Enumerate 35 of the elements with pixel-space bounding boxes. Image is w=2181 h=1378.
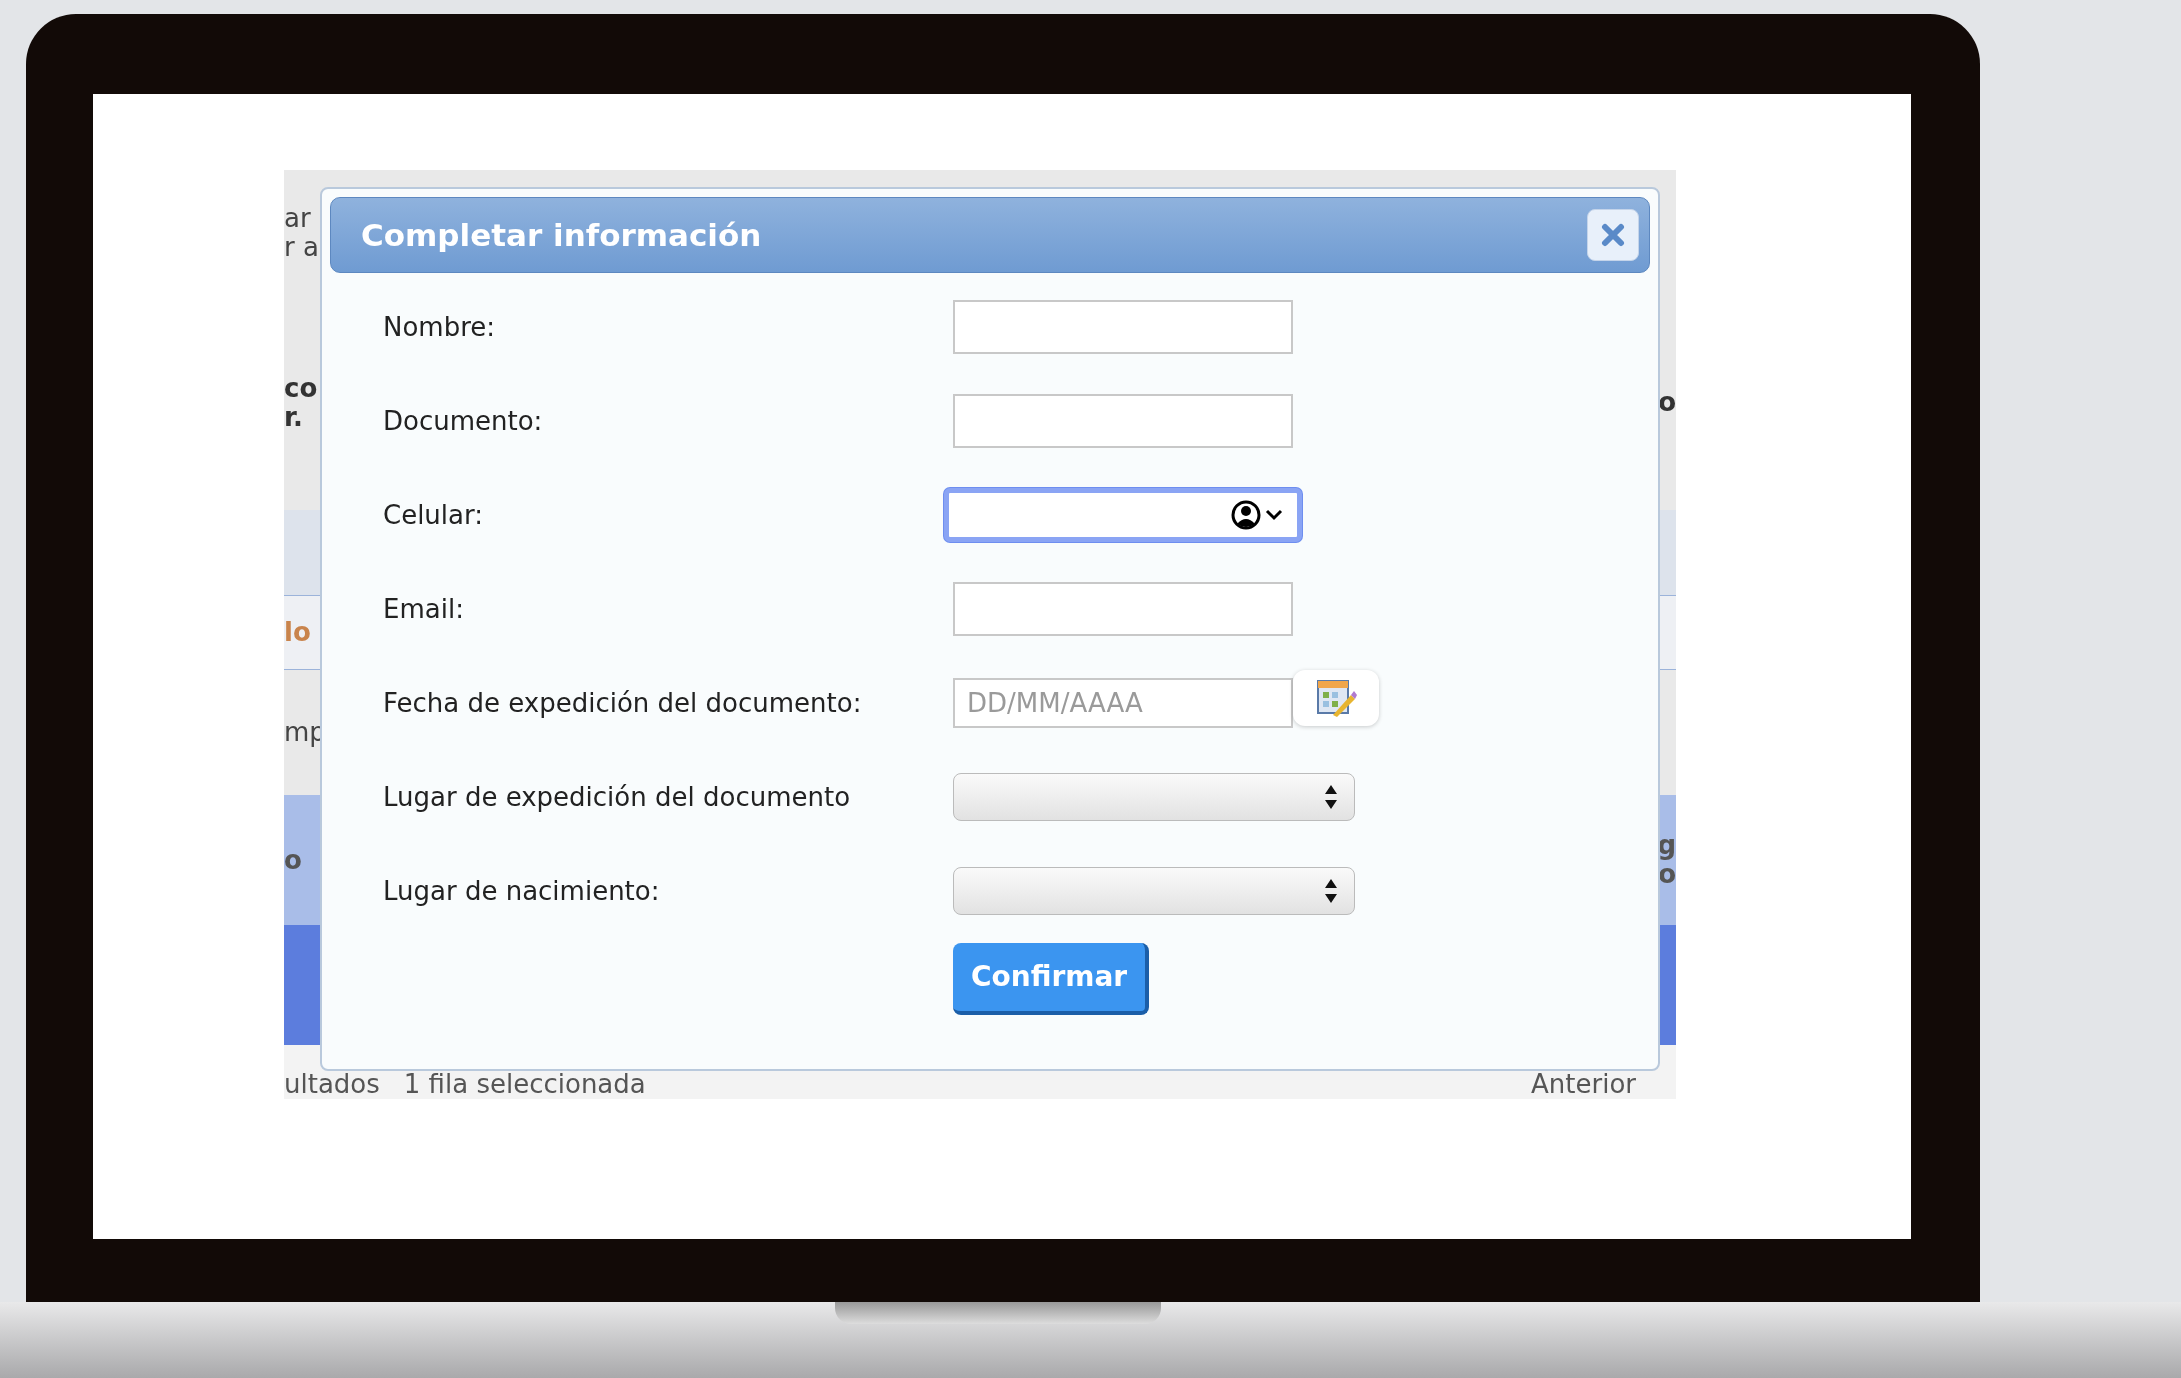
text-field[interactable] [953,300,1293,354]
background-text: r. [284,402,304,432]
confirm-button[interactable]: Confirmar [953,943,1150,1015]
background-text: Anterior [1531,1071,1636,1097]
field-label: Nombre: [383,310,497,344]
field-label: Lugar de nacimiento: [383,874,661,908]
background-text: g [1657,831,1676,860]
background-text: o [284,845,303,875]
field-label: Documento: [383,404,544,438]
text-field[interactable] [953,582,1293,636]
select-dropdown[interactable] [953,773,1355,821]
field-label: Lugar de expedición del documento [383,780,852,814]
background-text: r a [284,232,320,262]
field-label: Email: [383,592,465,626]
close-icon [1601,223,1625,247]
background-text: o [1658,388,1676,417]
dialog-title: Completar información [361,215,762,255]
contact-autofill-icon[interactable] [1231,499,1285,531]
background-text: ar [284,203,312,233]
background-text: co [284,373,319,403]
background-text: 1 fila seleccionada [403,1071,646,1097]
background-text: ultados [284,1071,380,1097]
field-label: Celular: [383,498,484,532]
select-dropdown[interactable] [953,867,1355,915]
calendar-edit-icon [1315,677,1357,719]
close-button[interactable] [1587,209,1639,261]
up-down-arrows-icon [1324,878,1338,904]
field-label: Fecha de expedición del documento: [383,686,863,720]
text-field[interactable] [944,488,1302,542]
text-field[interactable] [953,394,1293,448]
up-down-arrows-icon [1324,784,1338,810]
calendar-button[interactable] [1293,670,1379,726]
background-text: lo [284,618,312,647]
background-text: o [1658,860,1676,889]
date-field[interactable]: DD/MM/AAAA [953,678,1293,728]
